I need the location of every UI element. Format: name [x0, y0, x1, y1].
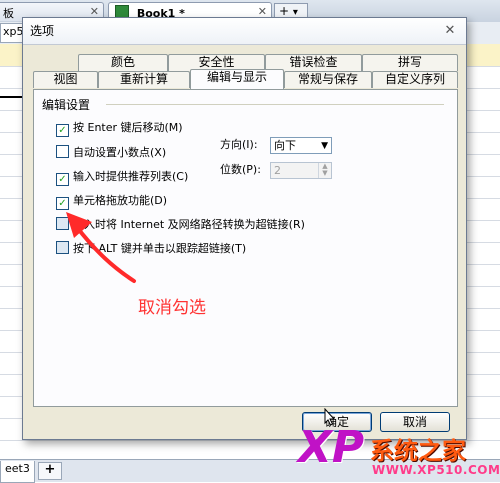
cell-border-marker — [0, 96, 24, 98]
option-drag-drop[interactable]: ✓ 单元格拖放功能(D) — [56, 193, 168, 210]
decimals-stepper[interactable]: 2 ▲ ▼ — [270, 162, 332, 179]
checkbox-convert-hyperlinks[interactable] — [56, 217, 69, 230]
close-icon[interactable]: ✕ — [442, 23, 458, 39]
tab-recalculation[interactable]: 重新计算 — [98, 71, 190, 88]
group-divider — [106, 104, 444, 105]
option-alt-click-hyperlink[interactable]: 按下 ALT 键并单击以跟踪超链接(T) — [56, 241, 246, 257]
edit-display-panel: 编辑设置 ✓ 按 Enter 键后移动(M) 方向(I): 向下 ▼ 自动设置小数… — [33, 89, 458, 407]
tab-color[interactable]: 颜色 — [78, 54, 168, 71]
checkbox-drag-drop[interactable]: ✓ — [56, 197, 69, 210]
option-label: 键入时将 Internet 及网络路径转换为超链接(R) — [73, 218, 305, 231]
tab-spelling[interactable]: 拼写 — [362, 54, 458, 71]
dialog-title: 选项 — [23, 18, 466, 45]
option-label: 按 Enter 键后移动(M) — [73, 121, 183, 134]
watermark: XP 系统之家 WWW.XP510.COM — [298, 425, 500, 481]
decimals-value: 2 — [274, 164, 281, 177]
spin-arrows-icon[interactable]: ▲ ▼ — [318, 163, 331, 178]
option-label: 按下 ALT 键并单击以跟踪超链接(T) — [73, 242, 247, 255]
checkbox-autocomplete[interactable]: ✓ — [56, 173, 69, 186]
plus-icon: + — [279, 4, 290, 18]
checkbox-alt-click-hyperlink[interactable] — [56, 241, 69, 254]
option-label: 输入时提供推荐列表(C) — [73, 170, 189, 183]
option-move-after-enter[interactable]: ✓ 按 Enter 键后移动(M) — [56, 120, 183, 137]
group-title: 编辑设置 — [42, 98, 91, 112]
chevron-down-icon[interactable]: ▼ — [321, 139, 328, 154]
watermark-logo: XP — [298, 422, 365, 473]
checkbox-move-after-enter[interactable]: ✓ — [56, 124, 69, 137]
tab-general-and-save[interactable]: 常规与保存 — [284, 71, 372, 88]
option-label: 自动设置小数点(X) — [73, 146, 167, 159]
annotation-text: 取消勾选 — [138, 298, 206, 318]
option-convert-hyperlinks[interactable]: 键入时将 Internet 及网络路径转换为超链接(R) — [56, 217, 305, 233]
watermark-site-name: 系统之家 — [370, 437, 466, 465]
add-sheet-button[interactable]: + — [38, 462, 62, 480]
tab-edit-and-display[interactable]: 编辑与显示 — [190, 69, 284, 89]
direction-select[interactable]: 向下 ▼ — [270, 137, 332, 154]
direction-label: 方向(I): — [220, 138, 258, 151]
options-dialog: 选项 ✕ 颜色 安全性 错误检查 拼写 视图 重新计算 编辑与显示 常规与保存 … — [22, 17, 467, 440]
option-label: 单元格拖放功能(D) — [73, 194, 168, 207]
sheet-tab-sheet3[interactable]: eet3 — [0, 461, 35, 483]
tab-view[interactable]: 视图 — [33, 71, 98, 88]
direction-value: 向下 — [274, 139, 296, 152]
options-tab-strip: 颜色 安全性 错误检查 拼写 视图 重新计算 编辑与显示 常规与保存 自定义序列 — [33, 54, 458, 90]
tab-custom-lists[interactable]: 自定义序列 — [372, 71, 458, 88]
decimals-label: 位数(P): — [220, 163, 261, 176]
option-autocomplete[interactable]: ✓ 输入时提供推荐列表(C) — [56, 169, 189, 186]
checkbox-auto-decimal[interactable] — [56, 145, 69, 158]
option-auto-decimal[interactable]: 自动设置小数点(X) — [56, 145, 166, 161]
watermark-url: WWW.XP510.COM — [372, 463, 500, 477]
document-tab-1-label: 板 — [3, 7, 14, 20]
